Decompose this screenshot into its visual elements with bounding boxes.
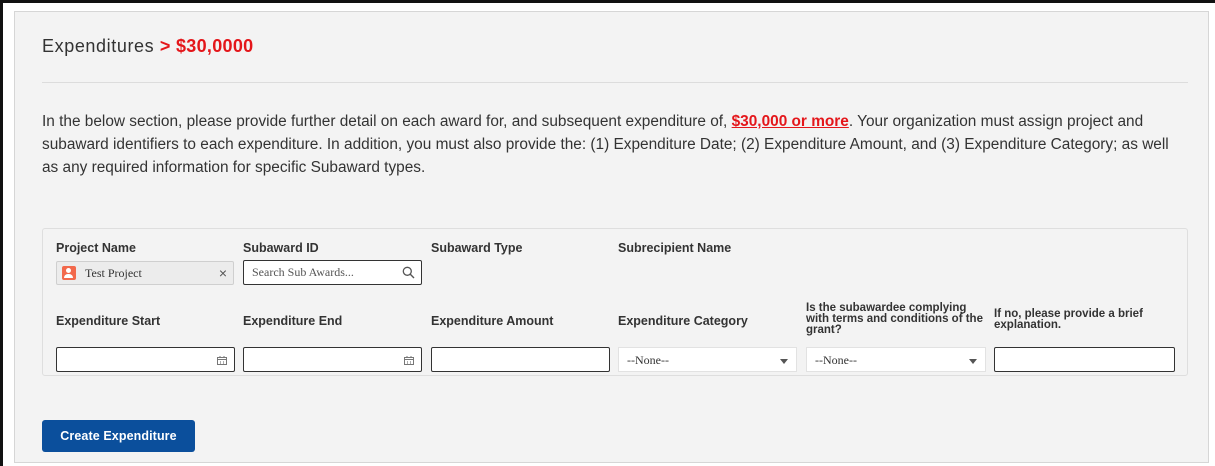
expenditure-end-field[interactable]	[243, 347, 422, 372]
expenditure-start-field[interactable]	[56, 347, 235, 372]
section-divider	[42, 82, 1188, 83]
expenditure-category-selected: --None--	[627, 353, 669, 367]
project-name-label: Project Name	[56, 241, 136, 255]
project-pill-text: Test Project	[85, 266, 142, 280]
create-expenditure-button[interactable]: Create Expenditure	[42, 420, 195, 452]
expenditure-start-label: Expenditure Start	[56, 314, 161, 328]
expenditure-amount-label: Expenditure Amount	[431, 314, 554, 328]
project-avatar-icon	[62, 266, 76, 280]
section-title-text: Expenditures	[42, 36, 155, 56]
expenditure-category-select[interactable]: --None--	[618, 347, 797, 372]
section-title-threshold: > $30,0000	[159, 36, 254, 56]
expenditure-form-card: Project Name Subaward ID Subaward Type S…	[42, 228, 1188, 376]
complying-select[interactable]: --None--	[806, 347, 986, 372]
chevron-down-icon	[969, 359, 977, 364]
close-icon[interactable]: ×	[219, 265, 227, 281]
complying-question-label: Is the subawardee complying with terms a…	[806, 302, 983, 336]
explanation-label: If no, please provide a brief explanatio…	[994, 308, 1143, 331]
calendar-icon[interactable]	[404, 356, 414, 365]
section-title: Expenditures > $30,0000	[42, 36, 253, 57]
calendar-icon[interactable]	[217, 356, 227, 365]
expenditure-category-label: Expenditure Category	[618, 314, 748, 328]
instructions-threshold-highlight: $30,000 or more	[731, 113, 849, 130]
instructions-text-1: In the below section, please provide fur…	[42, 113, 732, 130]
explanation-input[interactable]	[994, 347, 1175, 372]
subaward-type-label: Subaward Type	[431, 241, 523, 255]
page-frame: Expenditures > $30,0000 In the below sec…	[0, 0, 1215, 466]
search-icon[interactable]	[402, 266, 415, 279]
project-lookup-pill[interactable]: Test Project ×	[56, 261, 234, 285]
subrecipient-name-label: Subrecipient Name	[618, 241, 732, 255]
expenditures-panel: Expenditures > $30,0000 In the below sec…	[14, 11, 1209, 463]
complying-selected: --None--	[815, 353, 857, 367]
subaward-search-input[interactable]	[244, 261, 394, 284]
subaward-id-label: Subaward ID	[243, 241, 319, 255]
expenditure-end-label: Expenditure End	[243, 314, 343, 328]
instructions-paragraph: In the below section, please provide fur…	[42, 110, 1182, 179]
expenditure-amount-input[interactable]	[431, 347, 610, 372]
chevron-down-icon	[780, 359, 788, 364]
subaward-search-box[interactable]	[243, 260, 422, 285]
